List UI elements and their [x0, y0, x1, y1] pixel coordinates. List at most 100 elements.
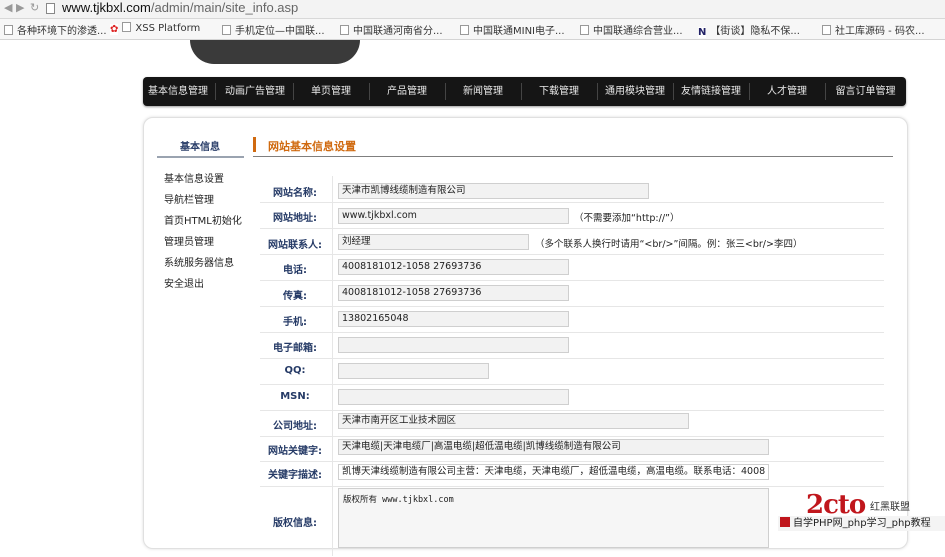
menu-item-flash-ads[interactable]: 动画广告管理	[217, 77, 293, 106]
sidebar-item-html-init[interactable]: 首页HTML初始化	[164, 212, 242, 227]
bookmark-label: 社工库源码 - 码农...	[835, 26, 925, 37]
sidebar-divider	[157, 156, 244, 158]
bookmark-label: 各种环境下的渗透...	[17, 26, 107, 37]
top-menu: 基本信息管理 动画广告管理 单页管理 产品管理 新闻管理 下载管理 通用模块管理…	[143, 77, 906, 106]
form-row-keywords: 网站关键字: 天津电缆|天津电缆厂|高温电缆|超低温电缆|凯博线缆制造有限公司	[260, 437, 884, 462]
mobile-input[interactable]: 13802165048	[338, 311, 569, 327]
menu-item-news[interactable]: 新闻管理	[445, 77, 521, 106]
form-row-address: 公司地址: 天津市南开区工业技术园区	[260, 411, 884, 437]
bookmark-item[interactable]: 中国联通河南省分...	[340, 22, 443, 37]
sidebar-title: 基本信息	[180, 142, 220, 153]
form-row-description: 关键字描述: 凯博天津线缆制造有限公司主营：天津电缆，天津电缆厂，超低温电缆，高…	[260, 462, 884, 487]
bookmark-item[interactable]: 中国联通综合营业...	[580, 22, 683, 37]
page-icon	[340, 25, 349, 35]
page-title: 网站基本信息设置	[268, 140, 356, 153]
sidebar-item-basic-settings[interactable]: 基本信息设置	[164, 170, 224, 185]
form-row-phone: 电话: 4008181012-1058 27693736	[260, 255, 884, 281]
form-row-contact: 网站联系人: 刘经理 （多个联系人换行时请用“<br/>”间隔。例：张三<br/…	[260, 229, 884, 255]
page-icon	[4, 25, 13, 35]
bookmark-label: 中国联通河南省分...	[353, 26, 443, 37]
menu-item-talent[interactable]: 人才管理	[749, 77, 825, 106]
form-row-msn: MSN:	[260, 385, 884, 411]
address-input[interactable]: 天津市南开区工业技术园区	[338, 413, 689, 429]
menu-item-downloads[interactable]: 下载管理	[521, 77, 597, 106]
site-url-input[interactable]: www.tjkbxl.com	[338, 208, 569, 224]
form-row-email: 电子邮箱:	[260, 333, 884, 359]
menu-item-basic-info[interactable]: 基本信息管理	[143, 77, 213, 106]
forward-arrow-icon[interactable]: ▶	[16, 1, 24, 14]
site-logo-icon: N	[698, 27, 707, 38]
sidebar-item-admin-management[interactable]: 管理员管理	[164, 233, 214, 248]
bookmark-label: 手机定位—中国联...	[235, 26, 325, 37]
heading-divider	[253, 156, 893, 157]
unicom-logo-icon: ✿	[110, 24, 119, 35]
sidebar-item-nav-management[interactable]: 导航栏管理	[164, 191, 214, 206]
page-icon	[122, 22, 132, 32]
phone-label: 电话:	[283, 265, 307, 276]
watermark-bar-text: 自学PHP网_php学习_php教程	[793, 518, 931, 529]
back-arrow-icon[interactable]: ◀	[4, 1, 12, 14]
copyright-label: 版权信息:	[273, 518, 317, 529]
form-row-site-name: 网站名称: 天津市凯博线缆制造有限公司	[260, 178, 884, 203]
mobile-label: 手机:	[283, 317, 307, 328]
bookmark-item[interactable]: ✿ XSS Platform	[110, 22, 200, 36]
form-row-qq: QQ:	[260, 359, 884, 385]
phone-input[interactable]: 4008181012-1058 27693736	[338, 259, 569, 275]
url-text[interactable]: www.tjkbxl.com/admin/main/site_info.asp	[62, 0, 298, 15]
bookmark-label: 【街谈】隐私不保...	[710, 26, 800, 37]
keywords-input[interactable]: 天津电缆|天津电缆厂|高温电缆|超低温电缆|凯博线缆制造有限公司	[338, 439, 769, 455]
bookmark-item[interactable]: 手机定位—中国联...	[222, 22, 325, 37]
address-label: 公司地址:	[273, 421, 317, 432]
sidebar-item-server-info[interactable]: 系统服务器信息	[164, 254, 234, 269]
page-icon	[46, 3, 55, 14]
site-url-label: 网站地址:	[273, 213, 317, 224]
form-row-fax: 传真: 4008181012-1058 27693736	[260, 281, 884, 307]
qq-input[interactable]	[338, 363, 489, 379]
fax-label: 传真:	[283, 291, 307, 302]
description-input[interactable]: 凯博天津线缆制造有限公司主营：天津电缆，天津电缆厂，超低温电缆，高温电缆。联系电…	[338, 464, 769, 480]
bookmark-label: 中国联通综合营业...	[593, 26, 683, 37]
bookmarks-bar: 各种环境下的渗透... ✿ XSS Platform 手机定位—中国联... 中国…	[0, 19, 945, 40]
address-bar[interactable]: ◀ ▶ ↻ www.tjkbxl.com/admin/main/site_inf…	[0, 0, 945, 19]
keywords-label: 网站关键字:	[268, 446, 322, 457]
email-input[interactable]	[338, 337, 569, 353]
bookmark-item[interactable]: 各种环境下的渗透...	[4, 22, 107, 37]
form-row-mobile: 手机: 13802165048	[260, 307, 884, 333]
bookmark-item[interactable]: 中国联通MINI电子...	[460, 22, 565, 37]
contact-label: 网站联系人:	[268, 240, 322, 251]
bookmark-item[interactable]: 社工库源码 - 码农...	[822, 22, 925, 37]
copyright-textarea[interactable]: 版权所有 www.tjkbxl.com	[338, 488, 769, 548]
description-label: 关键字描述:	[268, 470, 322, 481]
msn-label: MSN:	[280, 391, 310, 402]
bookmark-label: 中国联通MINI电子...	[473, 26, 565, 37]
heading-accent	[253, 137, 256, 152]
page-icon	[580, 25, 589, 35]
page-icon	[460, 25, 469, 35]
url-path: /admin/main/site_info.asp	[150, 0, 299, 15]
page-icon	[822, 25, 831, 35]
form-row-site-url: 网站地址: www.tjkbxl.com （不需要添加“http://”）	[260, 203, 884, 229]
url-host: www.tjkbxl.com	[62, 0, 151, 15]
menu-item-messages-orders[interactable]: 留言订单管理	[825, 77, 906, 106]
qq-label: QQ:	[284, 365, 306, 376]
menu-item-friend-links[interactable]: 友情链接管理	[673, 77, 749, 106]
contact-input[interactable]: 刘经理	[338, 234, 529, 250]
site-logo-icon	[780, 517, 790, 527]
menu-item-single-page[interactable]: 单页管理	[293, 77, 369, 106]
fax-input[interactable]: 4008181012-1058 27693736	[338, 285, 569, 301]
header-decoration	[190, 40, 360, 64]
menu-item-products[interactable]: 产品管理	[369, 77, 445, 106]
reload-icon[interactable]: ↻	[30, 1, 39, 14]
watermark-tag: 红黑联盟	[870, 502, 910, 513]
msn-input[interactable]	[338, 389, 569, 405]
sidebar-item-logout[interactable]: 安全退出	[164, 275, 204, 290]
site-url-hint: （不需要添加“http://”）	[574, 213, 680, 224]
page-icon	[222, 25, 231, 35]
email-label: 电子邮箱:	[273, 343, 317, 354]
site-name-input[interactable]: 天津市凯博线缆制造有限公司	[338, 183, 649, 199]
bookmark-label: XSS Platform	[135, 23, 201, 34]
menu-item-common-modules[interactable]: 通用模块管理	[597, 77, 673, 106]
bookmark-item[interactable]: N 【街谈】隐私不保...	[698, 22, 800, 38]
site-name-label: 网站名称:	[273, 188, 317, 199]
menu-divider	[215, 83, 216, 100]
